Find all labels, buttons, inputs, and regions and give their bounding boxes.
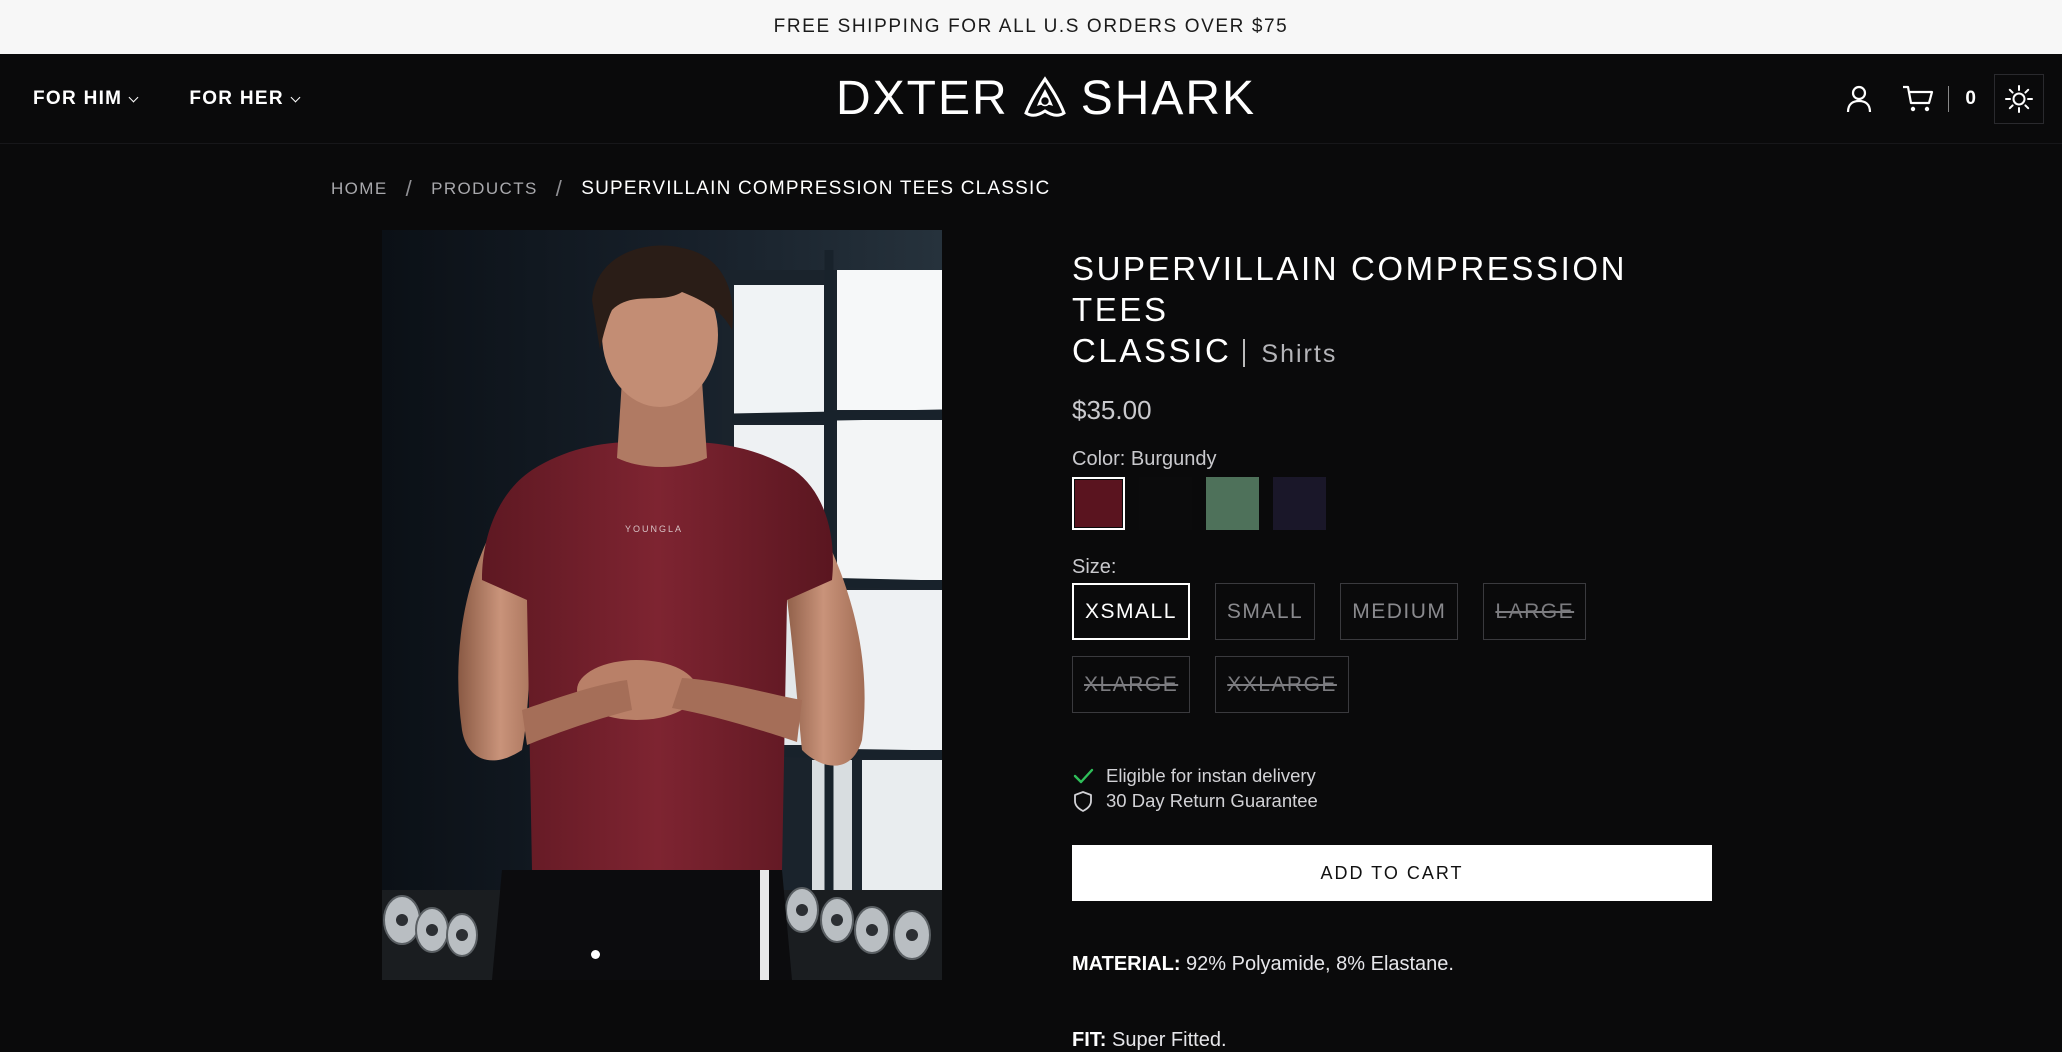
size-label: Size: xyxy=(1072,556,1117,578)
announcement-bar: FREE SHIPPING FOR ALL U.S ORDERS OVER $7… xyxy=(0,0,2062,54)
perk-delivery: Eligible for instan delivery xyxy=(1072,763,1712,788)
cart-divider xyxy=(1948,86,1950,112)
logo-text-right: SHARK xyxy=(1080,71,1257,125)
sun-icon xyxy=(2005,85,2033,113)
material-value: 92% Polyamide, 8% Elastane. xyxy=(1180,953,1454,975)
nav-for-him[interactable]: FOR HIM xyxy=(33,88,139,110)
product-image: YOUNGLA xyxy=(382,230,942,980)
size-large-button[interactable]: LARGE xyxy=(1483,583,1587,640)
site-logo[interactable]: DXTER SHARK xyxy=(836,70,1256,126)
swatch-burgundy[interactable] xyxy=(1072,477,1125,530)
add-to-cart-button[interactable]: ADD TO CART xyxy=(1072,845,1712,901)
material-label: MATERIAL: xyxy=(1072,953,1181,975)
product-title: SUPERVILLAIN COMPRESSION TEES CLASSIC Shi… xyxy=(1072,248,1712,375)
product-perks: Eligible for instan delivery 30 Day Retu… xyxy=(1072,763,1712,813)
breadcrumb-home[interactable]: HOME xyxy=(331,179,388,199)
perk-returns: 30 Day Return Guarantee xyxy=(1072,788,1712,813)
swatch-black[interactable] xyxy=(1139,477,1192,530)
checkmark-icon xyxy=(1073,768,1094,783)
header-actions: 0 xyxy=(1846,54,2044,144)
product-category: Shirts xyxy=(1261,340,1338,368)
logo-text-left: DXTER xyxy=(836,71,1009,125)
nav-for-him-label: FOR HIM xyxy=(33,88,123,109)
swatch-navy[interactable] xyxy=(1273,477,1326,530)
perk-returns-text: 30 Day Return Guarantee xyxy=(1106,789,1318,811)
main-nav: FOR HIM FOR HER xyxy=(33,54,301,144)
size-medium-button[interactable]: MEDIUM xyxy=(1340,583,1459,640)
shirt-print-text: YOUNGLA xyxy=(625,524,683,534)
cart-count: 0 xyxy=(1965,88,1976,109)
shark-fin-icon xyxy=(1023,76,1066,117)
breadcrumb: HOME / PRODUCTS / SUPERVILLAIN COMPRESSI… xyxy=(331,176,1050,202)
size-xxlarge-button[interactable]: XXLARGE xyxy=(1215,656,1349,713)
cart-button[interactable] xyxy=(1902,85,1934,113)
material-spec: MATERIAL: 92% Polyamide, 8% Elastane. xyxy=(1072,953,1712,976)
fit-label: FIT: xyxy=(1072,1029,1107,1051)
theme-toggle-button[interactable] xyxy=(1994,74,2044,124)
account-button[interactable] xyxy=(1846,85,1872,113)
chevron-down-icon xyxy=(290,92,301,102)
fit-spec: FIT: Super Fitted. xyxy=(1072,1029,1712,1052)
color-label: Color: Burgundy xyxy=(1072,448,1217,470)
gallery-dot-active[interactable] xyxy=(591,950,600,959)
announcement-text: FREE SHIPPING FOR ALL U.S ORDERS OVER $7… xyxy=(773,16,1289,37)
perk-delivery-text: Eligible for instan delivery xyxy=(1106,764,1316,786)
shield-icon xyxy=(1074,790,1092,812)
product-price: $35.00 xyxy=(1072,395,1152,425)
size-xsmall-button[interactable]: XSMALL xyxy=(1072,583,1190,640)
site-header: FOR HIM FOR HER DXTER SHARK 0 xyxy=(0,54,2062,144)
swatch-green[interactable] xyxy=(1206,477,1259,530)
breadcrumb-current: SUPERVILLAIN COMPRESSION TEES CLASSIC xyxy=(581,178,1051,199)
nav-for-her[interactable]: FOR HER xyxy=(189,88,301,110)
breadcrumb-separator: / xyxy=(405,176,414,201)
title-divider xyxy=(1243,339,1246,368)
product-gallery[interactable]: YOUNGLA xyxy=(382,230,942,980)
breadcrumb-products[interactable]: PRODUCTS xyxy=(431,179,538,199)
product-info: SUPERVILLAIN COMPRESSION TEES CLASSIC Shi… xyxy=(1072,248,1712,1052)
size-options: XSMALL SMALL MEDIUM LARGE XLARGE XXLARGE xyxy=(1072,583,1632,713)
cart-icon xyxy=(1903,85,1934,112)
size-small-button[interactable]: SMALL xyxy=(1214,583,1316,640)
size-xlarge-button[interactable]: XLARGE xyxy=(1072,656,1191,713)
fit-value: Super Fitted. xyxy=(1106,1029,1227,1051)
color-swatches xyxy=(1072,477,1712,530)
breadcrumb-separator: / xyxy=(555,176,564,201)
product-title-line1: SUPERVILLAIN COMPRESSION TEES xyxy=(1072,250,1628,328)
product-title-line2: CLASSIC xyxy=(1072,332,1232,369)
nav-for-her-label: FOR HER xyxy=(189,88,284,109)
chevron-down-icon xyxy=(128,92,139,102)
user-icon xyxy=(1847,85,1872,113)
